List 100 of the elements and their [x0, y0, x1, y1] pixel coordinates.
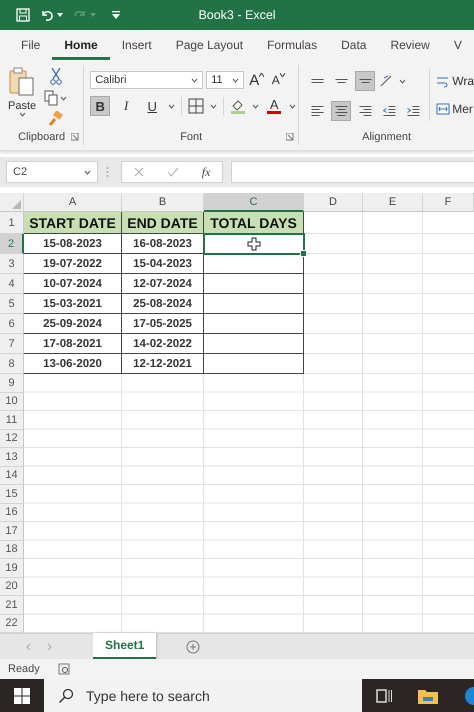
row-header[interactable]: 7	[0, 334, 24, 354]
row-header[interactable]: 12	[0, 430, 24, 448]
ribbon-tab[interactable]: Page Layout	[164, 30, 256, 60]
grow-font-button[interactable]: A	[247, 70, 266, 90]
row-header[interactable]: 4	[0, 274, 24, 294]
windows-start-icon[interactable]	[14, 688, 30, 704]
group-label: Font	[180, 131, 202, 143]
merge-button[interactable]: Mer	[436, 100, 473, 118]
column-header[interactable]: A	[24, 193, 122, 212]
row-header[interactable]: 9	[0, 374, 24, 392]
ribbon-tab[interactable]: Review	[378, 30, 442, 60]
copy-icon[interactable]	[44, 90, 58, 106]
row-header[interactable]: 6	[0, 314, 24, 334]
browser-icon[interactable]	[464, 686, 474, 706]
task-view-icon[interactable]	[376, 688, 392, 702]
search-icon	[58, 688, 74, 704]
caret-icon[interactable]	[232, 78, 240, 82]
font-size-dropdown[interactable]: 11	[206, 71, 244, 89]
column-header[interactable]: E	[363, 193, 423, 212]
sheet-tab[interactable]: Sheet1	[93, 633, 156, 659]
table-cell: 25-09-2024	[24, 314, 122, 334]
bold-button[interactable]: B	[90, 96, 110, 116]
row-header[interactable]: 19	[0, 559, 24, 578]
indent-align-icon	[406, 106, 420, 116]
caret-icon[interactable]	[399, 78, 406, 84]
row-header[interactable]: 20	[0, 578, 24, 596]
row-header[interactable]: 5	[0, 294, 24, 314]
undo-icon[interactable]	[40, 8, 54, 22]
row-header[interactable]: 15	[0, 485, 24, 504]
caret-up-icon	[259, 73, 264, 77]
row-header[interactable]: 18	[0, 540, 24, 559]
window-title: Book3 - Excel	[198, 8, 276, 22]
ribbon-tab[interactable]: File	[9, 30, 52, 60]
row-header[interactable]: 14	[0, 466, 24, 485]
row-header[interactable]: 1	[0, 212, 24, 234]
caret-icon[interactable]	[60, 96, 68, 100]
column-header[interactable]: B	[122, 193, 204, 212]
font-name-dropdown[interactable]: Calibri	[90, 71, 204, 89]
font-color-button[interactable]: A	[265, 96, 284, 116]
fill-color-icon[interactable]	[230, 98, 246, 114]
ribbon-tab[interactable]: Data	[329, 30, 378, 60]
row-header[interactable]: 10	[0, 392, 24, 411]
column-header[interactable]: F	[423, 193, 474, 212]
macro-record-icon[interactable]	[58, 663, 70, 675]
table-cell: 14-02-2022	[122, 334, 204, 354]
group-label: Alignment	[362, 131, 412, 143]
active-cell[interactable]	[204, 234, 304, 254]
customize-icon[interactable]	[112, 11, 120, 19]
align-center-button[interactable]	[331, 101, 352, 121]
ribbon-tab[interactable]: Insert	[110, 30, 164, 60]
group-label: Clipboard	[18, 131, 66, 143]
caret-icon[interactable]	[289, 104, 296, 108]
launcher-icon[interactable]	[286, 133, 294, 141]
row-header[interactable]: 13	[0, 448, 24, 466]
format-painter-icon[interactable]	[48, 111, 64, 127]
table-cell: 10-07-2024	[24, 274, 122, 294]
caret-icon[interactable]	[210, 104, 218, 108]
row-header[interactable]: 8	[0, 354, 24, 374]
borders-icon[interactable]	[188, 98, 204, 114]
wrap-text-button[interactable]: Wra	[436, 72, 474, 90]
table-cell: 25-08-2024	[122, 294, 204, 314]
name-box[interactable]: C2	[6, 161, 98, 183]
cut-icon[interactable]	[48, 67, 63, 85]
caret-icon[interactable]	[84, 170, 91, 174]
row-header[interactable]: 16	[0, 504, 24, 522]
add-sheet-icon[interactable]	[186, 640, 200, 654]
save-icon[interactable]	[16, 8, 30, 22]
table-cell: 15-04-2023	[122, 254, 204, 274]
paste-button[interactable]: Paste	[6, 65, 38, 129]
row-header[interactable]: 17	[0, 522, 24, 540]
caret-icon[interactable]	[57, 13, 63, 17]
shrink-font-button[interactable]: A	[269, 70, 288, 90]
launcher-icon[interactable]	[71, 133, 80, 141]
middle-align-icon	[334, 79, 348, 83]
column-header[interactable]: C	[204, 193, 304, 212]
merge-icon	[436, 102, 450, 116]
ribbon-tab[interactable]: Formulas	[255, 30, 330, 60]
color-bar-icon	[267, 111, 282, 114]
row-header[interactable]: 22	[0, 614, 24, 633]
italic-button[interactable]: I	[116, 96, 136, 116]
caret-icon[interactable]	[168, 104, 176, 108]
table-cell: 12-07-2024	[122, 274, 204, 294]
table-cell: 15-03-2021	[24, 294, 122, 314]
align-bottom-button[interactable]	[355, 71, 376, 91]
row-header[interactable]: 3	[0, 254, 24, 274]
row-header[interactable]: 2	[0, 234, 24, 254]
ribbon-tab[interactable]: V	[442, 30, 474, 60]
row-header[interactable]: 21	[0, 596, 24, 614]
insert-function-button[interactable]: fx	[202, 164, 210, 180]
formula-input[interactable]	[231, 161, 474, 183]
column-header[interactable]: D	[304, 193, 363, 212]
underline-button[interactable]: U	[142, 96, 162, 116]
taskbar-search-field[interactable]: Type here to search	[44, 679, 362, 712]
caret-icon[interactable]	[191, 78, 198, 82]
folder-icon[interactable]	[418, 688, 438, 704]
caret-icon[interactable]	[252, 104, 260, 108]
table-cell: 19-07-2022	[24, 254, 122, 274]
caret-icon[interactable]	[18, 112, 26, 117]
row-header[interactable]: 11	[0, 411, 24, 430]
fill-handle[interactable]	[300, 250, 307, 257]
